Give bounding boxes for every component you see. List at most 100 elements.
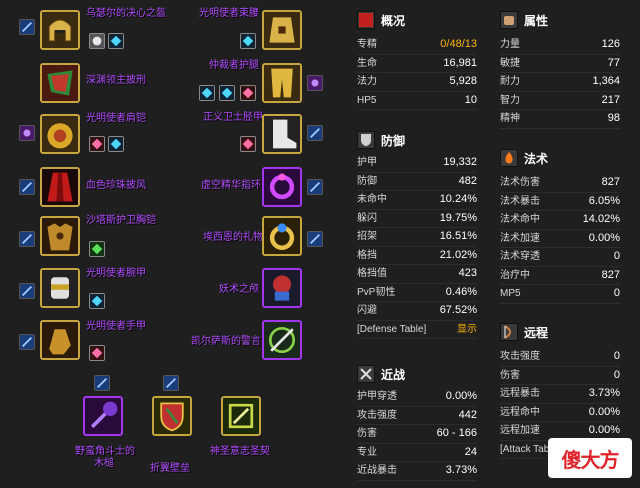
stat-row: 耐力 1,364 [500,73,620,92]
stat-row: 法术暴击 6.05% [500,193,620,211]
enchant-icon[interactable] [307,179,323,195]
stat-row: 法力 5,928 [357,73,477,92]
item-name[interactable]: 妖术之颅 [219,284,259,296]
item-name[interactable]: 神圣意志圣契 [210,446,270,458]
trinket-icon[interactable] [262,320,302,360]
enchant-icon[interactable] [19,283,35,299]
enchant-icon[interactable] [94,375,110,391]
gem-icon[interactable] [108,33,124,49]
enchant-icon[interactable] [163,375,179,391]
item-name[interactable]: 光明使者腕甲 [86,268,146,280]
cloak-icon[interactable] [40,167,80,207]
stat-row: 近战暴击 3.73% [357,462,477,481]
enchant-icon[interactable] [307,231,323,247]
item-name[interactable]: 光明使者束腰 [199,8,259,20]
crossed-swords-icon [357,365,375,383]
panel-title: 概况 [381,13,406,28]
panel-header: 远程 [500,322,620,342]
item-name[interactable]: 折翼壁垒 [150,463,190,475]
item-name[interactable]: 正义卫士胫甲 [203,112,263,124]
stat-row: HP5 10 [357,92,477,110]
item-name[interactable]: 沙塔斯护卫胸铠 [86,215,156,227]
item-name[interactable]: 血色珍珠披风 [86,180,146,192]
gem-icon[interactable] [108,136,124,152]
gloves-icon[interactable] [40,320,80,360]
defense-table-row: [Defense Table] 显示 [357,321,477,339]
panel-header: 防御 [357,130,477,150]
attributes-panel: 属性 力量 126 敏捷 77 耐力 1,364 智力 217 精神 98 [500,10,620,129]
panel-title: 属性 [524,13,549,28]
panel-header: 法术 [500,148,620,168]
item-name[interactable]: 乌瑟尔的决心之盔 [86,8,166,20]
stat-row: 防御 482 [357,173,477,191]
enchant-icon[interactable] [19,231,35,247]
item-name[interactable]: 光明使者肩铠 [86,113,146,125]
chest-icon[interactable] [40,216,80,256]
gem-icon[interactable] [89,136,105,152]
item-name[interactable]: 凯尔萨斯的警言 [191,336,261,348]
stat-row: 攻击强度 0 [500,348,620,367]
bow-icon [500,323,518,341]
stat-row: 智力 217 [500,92,620,110]
heart-icon [357,11,375,29]
enchant-icon[interactable] [307,125,323,141]
watermark-logo: 傻大方 [548,438,632,478]
spell-panel: 法术 法术伤害 827 法术暴击 6.05% 法术命中 14.02% 法术加速 0.00… [500,148,620,304]
stat-row: 力量 126 [500,36,620,55]
bracer-icon[interactable] [40,268,80,308]
enchant-icon[interactable] [19,334,35,350]
boots-icon[interactable] [262,114,302,154]
shield-icon[interactable] [152,396,192,436]
item-name[interactable]: 仲裁者护腿 [209,60,259,72]
item-name[interactable]: 埃西恩的礼物 [203,232,263,244]
belt-icon[interactable] [262,10,302,50]
gem-icon[interactable] [89,241,105,257]
legs-icon[interactable] [262,63,302,103]
shoulder-icon[interactable] [40,114,80,154]
gem-icon[interactable] [240,136,256,152]
stat-row: 法术加速 0.00% [500,230,620,248]
stat-row: 护甲穿透 0.00% [357,388,477,407]
stat-row: 远程命中 0.00% [500,404,620,422]
panel-title: 远程 [524,325,549,340]
gem-icon[interactable] [89,33,105,49]
panel-header: 概况 [357,10,477,30]
stat-row: 治疗中 827 [500,267,620,285]
helm-icon[interactable] [40,10,80,50]
mace-icon[interactable] [83,396,123,436]
item-name[interactable]: 虚空精华指环 [201,180,261,192]
stat-row: 法术穿透 0 [500,248,620,267]
overview-panel: 概况 专精 0/48/13 生命 16,981 法力 5,928 HP5 10 [357,10,477,110]
stat-row: 格挡 21.02% [357,247,477,265]
stat-row: 伤害 0 [500,367,620,385]
stat-row: 格挡值 423 [357,265,477,284]
enchant-icon[interactable] [19,19,35,35]
panel-header: 属性 [500,10,620,30]
item-name[interactable]: 野蛮角斗士的 木槌 [75,446,135,470]
defense-panel: 防御 护甲 19,332 防御 482 未命中 10.24% 躲闪 19.75% 招架 1… [357,130,477,339]
item-name[interactable]: 光明使者手甲 [86,321,146,333]
shield-icon [357,131,375,149]
ring-icon[interactable] [262,216,302,256]
gem-icon[interactable] [199,85,215,101]
show-defense-table-link[interactable]: 显示 [457,321,477,339]
trinket-icon[interactable] [262,268,302,308]
stat-row: 精神 98 [500,110,620,129]
gem-icon[interactable] [240,85,256,101]
libram-icon[interactable] [221,396,261,436]
stat-row: 攻击强度 442 [357,407,477,425]
enchant-icon[interactable] [19,179,35,195]
gem-icon[interactable] [89,345,105,361]
stat-row: 闪避 67.52% [357,302,477,321]
gem-icon[interactable] [219,85,235,101]
ring-icon[interactable] [262,167,302,207]
item-name[interactable]: 深渊领主披刑 [86,75,146,87]
neck-icon[interactable] [40,63,80,103]
enchant-icon[interactable] [19,125,35,141]
item-name-line: 野蛮角斗士的 [75,446,135,457]
enchant-icon[interactable] [307,75,323,91]
gem-icon[interactable] [240,33,256,49]
stat-row: 伤害 60 - 166 [357,425,477,444]
gem-icon[interactable] [89,293,105,309]
stat-row: 法术命中 14.02% [500,211,620,230]
